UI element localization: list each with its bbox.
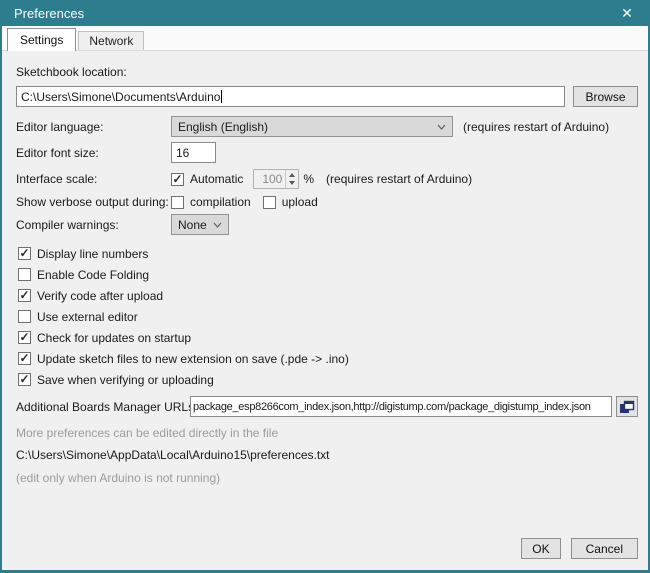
checkbox[interactable]	[18, 331, 31, 344]
option-row: Update sketch files to new extension on …	[18, 348, 638, 369]
boards-manager-urls-label: Additional Boards Manager URLs:	[16, 400, 190, 414]
compilation-checkbox-label: compilation	[190, 195, 251, 209]
upload-checkbox[interactable]	[263, 196, 276, 209]
compiler-warnings-value: None	[178, 218, 207, 232]
editor-font-size-input[interactable]: 16	[171, 142, 216, 163]
browse-button-label: Browse	[586, 90, 626, 104]
titlebar[interactable]: Preferences ✕	[2, 0, 648, 26]
boards-manager-urls-value: package_esp8266com_index.json,http://dig…	[193, 401, 591, 413]
upload-checkbox-label: upload	[282, 195, 318, 209]
tab-network[interactable]: Network	[78, 31, 144, 50]
window-title: Preferences	[14, 6, 616, 21]
editor-font-size-label: Editor font size:	[16, 146, 171, 160]
spinner-up-icon[interactable]	[289, 173, 295, 177]
percent-sign: %	[303, 172, 314, 186]
sketchbook-location-label: Sketchbook location:	[16, 65, 638, 79]
new-window-icon	[619, 400, 635, 414]
settings-panel: Sketchbook location: C:\Users\Simone\Doc…	[2, 51, 648, 485]
checkbox[interactable]	[18, 289, 31, 302]
tab-network-label: Network	[89, 34, 133, 48]
dialog-buttons: OK Cancel	[521, 538, 638, 559]
boards-manager-urls-expand-button[interactable]	[616, 396, 638, 417]
tab-settings-label: Settings	[20, 33, 63, 47]
browse-button[interactable]: Browse	[573, 86, 638, 107]
cancel-button[interactable]: Cancel	[571, 538, 638, 559]
sketchbook-location-input[interactable]: C:\Users\Simone\Documents\Arduino	[16, 86, 565, 107]
interface-scale-spinner[interactable]: 100	[253, 169, 299, 189]
automatic-checkbox-label: Automatic	[190, 172, 243, 186]
editor-language-select[interactable]: English (English)	[171, 116, 453, 137]
interface-scale-value: 100	[254, 172, 285, 186]
checkbox[interactable]	[18, 310, 31, 323]
checkbox-label: Display line numbers	[37, 247, 148, 261]
language-restart-note: (requires restart of Arduino)	[463, 120, 609, 134]
checkbox-label: Save when verifying or uploading	[37, 373, 214, 387]
tabstrip: Settings Network	[2, 26, 648, 51]
checkbox[interactable]	[18, 268, 31, 281]
chevron-down-icon	[213, 222, 222, 228]
cancel-button-label: Cancel	[586, 542, 623, 556]
option-row: Display line numbers	[18, 243, 638, 264]
scale-restart-note: (requires restart of Arduino)	[326, 172, 472, 186]
compiler-warnings-select[interactable]: None	[171, 214, 229, 235]
option-row: Use external editor	[18, 306, 638, 327]
editor-language-value: English (English)	[178, 120, 268, 134]
ok-button-label: OK	[532, 542, 549, 556]
tab-settings[interactable]: Settings	[7, 28, 76, 51]
compilation-checkbox[interactable]	[171, 196, 184, 209]
checkbox-label: Enable Code Folding	[37, 268, 149, 282]
compiler-warnings-label: Compiler warnings:	[16, 218, 171, 232]
checkbox[interactable]	[18, 352, 31, 365]
close-icon[interactable]: ✕	[616, 5, 638, 22]
more-preferences-text: More preferences can be edited directly …	[16, 426, 638, 440]
checkbox-label: Use external editor	[37, 310, 138, 324]
editor-language-label: Editor language:	[16, 120, 171, 134]
boards-manager-urls-input[interactable]: package_esp8266com_index.json,http://dig…	[190, 396, 612, 417]
option-row: Check for updates on startup	[18, 327, 638, 348]
preferences-dialog: Preferences ✕ Settings Network Sketchboo…	[0, 0, 650, 573]
verbose-output-label: Show verbose output during:	[16, 195, 171, 209]
option-row: Save when verifying or uploading	[18, 369, 638, 390]
checkbox[interactable]	[18, 247, 31, 260]
preferences-file-path: C:\Users\Simone\AppData\Local\Arduino15\…	[16, 448, 638, 462]
automatic-checkbox[interactable]	[171, 173, 184, 186]
checkbox-label: Verify code after upload	[37, 289, 163, 303]
chevron-down-icon	[437, 124, 446, 130]
text-caret	[221, 90, 222, 103]
spinner-arrows[interactable]	[285, 170, 298, 188]
options-list: Display line numbers Enable Code Folding V…	[16, 243, 638, 390]
edit-only-note: (edit only when Arduino is not running)	[16, 471, 638, 485]
option-row: Verify code after upload	[18, 285, 638, 306]
checkbox[interactable]	[18, 373, 31, 386]
spinner-down-icon[interactable]	[289, 181, 295, 185]
option-row: Enable Code Folding	[18, 264, 638, 285]
checkbox-label: Check for updates on startup	[37, 331, 191, 345]
editor-font-size-value: 16	[176, 146, 189, 160]
checkbox-label: Update sketch files to new extension on …	[37, 352, 349, 366]
interface-scale-label: Interface scale:	[16, 172, 171, 186]
ok-button[interactable]: OK	[521, 538, 560, 559]
sketchbook-location-value: C:\Users\Simone\Documents\Arduino	[21, 90, 220, 104]
